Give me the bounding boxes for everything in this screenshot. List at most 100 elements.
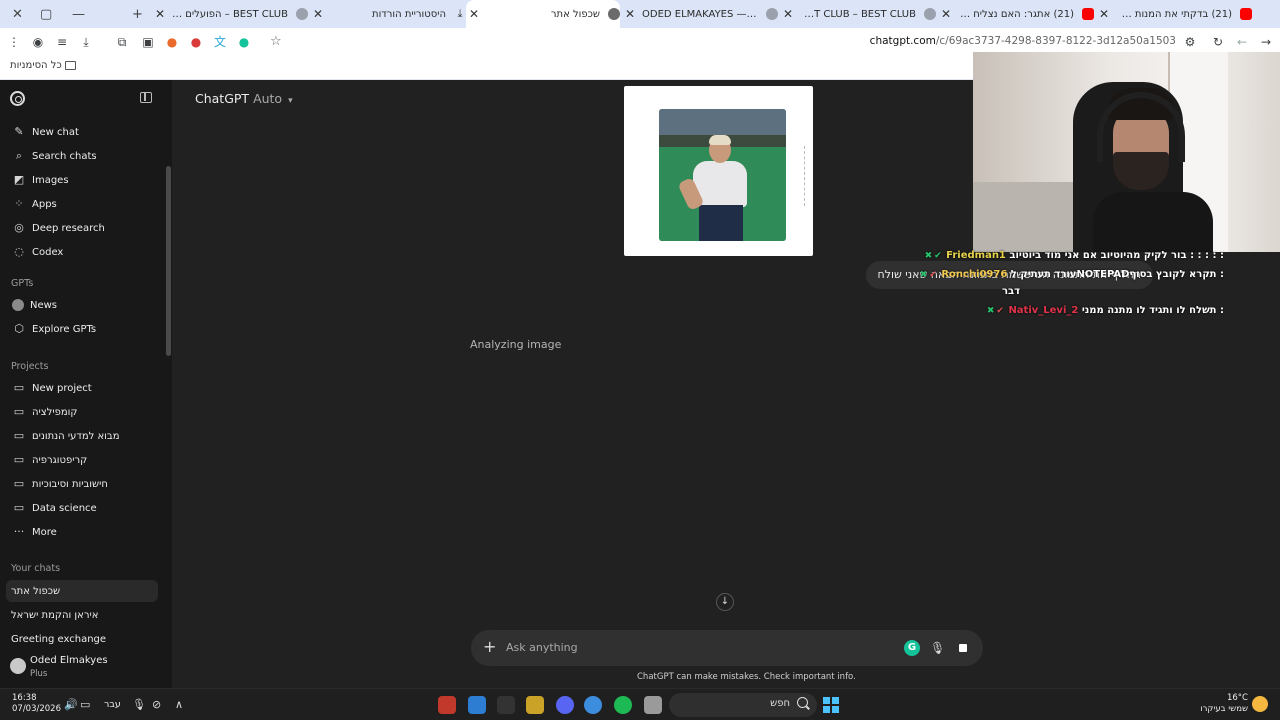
extension-icon[interactable]: ● <box>188 34 204 50</box>
chat-message-text: : תשלח לו ותגיד לו מתנה ממני <box>1081 305 1224 316</box>
chat-item-active[interactable]: שכפול אתר <box>6 580 158 602</box>
sidebar-item-images[interactable]: ◩ Images <box>6 169 158 191</box>
tab-close-icon[interactable]: ✕ <box>1096 7 1112 21</box>
browser-tab[interactable]: BEST CLUB – BEST CLUB – ישראל ✕ <box>780 0 936 28</box>
sidebar-item-project[interactable]: ▭ מבוא למדעי הנתונים <box>6 425 158 447</box>
browser-tab[interactable]: (21) בדקתי את המנות הכי שווה ✕ <box>1096 0 1252 28</box>
analyzing-status: Analyzing image <box>470 338 562 351</box>
sidebar-item-label: New chat <box>32 126 79 138</box>
chatgpt-logo-icon[interactable] <box>10 91 25 106</box>
reload-icon[interactable]: ↻ <box>1210 34 1226 50</box>
sidebar-toggle-icon[interactable] <box>140 92 152 103</box>
composer[interactable]: + Ask anything G 🎙 <box>471 630 983 666</box>
extensions-icon[interactable]: ⧉ <box>114 34 130 50</box>
add-attachment-icon[interactable]: + <box>483 638 496 656</box>
reading-list-icon[interactable]: ≡ <box>54 34 70 50</box>
sidebar-item-deep-research[interactable]: ◎ Deep research <box>6 217 158 239</box>
sidebar-item-label: מבוא למדעי הנתונים <box>32 430 120 442</box>
app-terminal-icon[interactable] <box>497 696 515 714</box>
site-settings-icon[interactable]: ⚙ <box>1182 34 1198 50</box>
chat-item[interactable]: איראן והקמת ישראל <box>6 604 158 626</box>
extension-icon[interactable]: ● <box>164 34 180 50</box>
sidebar-scrollbar[interactable] <box>166 166 171 356</box>
downloads-icon[interactable]: ⤓ <box>78 34 94 50</box>
browser-tab-active[interactable]: שכפול אתר ✕ <box>466 0 620 28</box>
app-spotify-icon[interactable] <box>614 696 632 714</box>
app-discord-icon[interactable] <box>556 696 574 714</box>
volume-icon[interactable]: 🔊 <box>64 698 78 711</box>
menu-dots-icon[interactable]: ⋮ <box>6 34 22 50</box>
forward-icon[interactable]: ← <box>1234 34 1250 50</box>
mic-tray-icon[interactable]: 🎙 <box>132 698 146 711</box>
sidebar-item-codex[interactable]: ◌ Codex <box>6 241 158 263</box>
network-icon[interactable]: ▭ <box>80 698 90 711</box>
microphone-icon[interactable]: 🎙 <box>930 639 945 657</box>
sidebar-item-new-project[interactable]: ▭ New project <box>6 377 158 399</box>
new-tab-icon[interactable]: + <box>132 0 143 28</box>
browser-tab[interactable]: (21) אתגר: האם נצליח לשדרג ה ✕ <box>938 0 1094 28</box>
sidebar-item-project[interactable]: ▭ חישוביות וסיבוכיות <box>6 473 158 495</box>
tab-close-icon[interactable]: ✕ <box>780 7 796 21</box>
tab-close-icon[interactable]: ✕ <box>152 7 168 21</box>
user-profile-button[interactable]: Oded Elmakyes Plus <box>8 654 158 686</box>
pencil-icon: ✎ <box>14 125 24 138</box>
arrow-down-icon: ↓ <box>720 596 730 607</box>
language-indicator[interactable]: עבר <box>104 699 121 710</box>
tab-close-icon[interactable]: ✕ <box>938 7 954 21</box>
bookmark-star-icon[interactable]: ☆ <box>270 34 282 49</box>
chat-item-label: Greeting exchange <box>11 633 107 645</box>
mod-badge-icon: ✔ <box>934 251 942 261</box>
stop-generating-button[interactable] <box>951 636 975 660</box>
all-bookmarks-button[interactable]: כל הסימניות <box>10 60 80 71</box>
weather-widget[interactable]: 16°C שמשי בעיקרו <box>1200 693 1248 715</box>
window-restore-icon[interactable]: ▢ <box>40 0 52 28</box>
tab-search-icon[interactable]: ▣ <box>140 34 156 50</box>
sidebar-item-apps[interactable]: ⁘ Apps <box>6 193 158 215</box>
back-icon[interactable]: → <box>1258 34 1274 50</box>
projects-heading: Projects <box>11 361 49 372</box>
message-input[interactable]: Ask anything <box>506 641 578 654</box>
scroll-down-button[interactable]: ↓ <box>716 593 734 611</box>
tray-overflow-icon[interactable]: ∧ <box>175 698 183 711</box>
sidebar-item-explore-gpts[interactable]: ⬡ Explore GPTs <box>6 318 158 340</box>
sidebar-item-label: Explore GPTs <box>32 323 97 335</box>
sidebar-item-search-chats[interactable]: ⌕ Search chats <box>6 145 158 167</box>
clock[interactable]: 16:38 07/03/2026 <box>12 693 61 715</box>
window-close-icon[interactable]: ✕ <box>12 0 23 28</box>
sidebar-item-new-chat[interactable]: ✎ New chat <box>6 121 158 143</box>
all-bookmarks-label: כל הסימניות <box>10 60 62 71</box>
sidebar-item-project[interactable]: ▭ קומפילציה <box>6 401 158 423</box>
check-badge-icon: ✔ <box>996 306 1004 316</box>
app-photos-icon[interactable] <box>438 696 456 714</box>
folder-icon: ▭ <box>13 453 25 466</box>
wifi-off-icon[interactable]: ⊘ <box>152 698 161 711</box>
sidebar-item-more[interactable]: ··· More <box>6 521 158 543</box>
address-bar[interactable]: ☆ chatgpt.com/c/69ac3737-4298-8397-8122-… <box>262 31 1256 53</box>
browser-tab[interactable]: BEST CLUB – הפועלים את ישראל ✕ <box>152 0 308 28</box>
app-grid-icon[interactable] <box>468 696 486 714</box>
browser-tab[interactable]: ODED ELMAKAYES — THE COP ✕ <box>622 0 778 28</box>
app-explorer-icon[interactable] <box>644 696 662 714</box>
browser-tab[interactable]: ⤓ היסטוריית הורדות ✕ <box>310 0 466 28</box>
grammarly-icon[interactable]: G <box>904 640 920 656</box>
windows-start-icon[interactable] <box>823 697 839 713</box>
cube-icon: ⬡ <box>14 322 24 335</box>
chat-item[interactable]: Greeting exchange <box>6 628 158 650</box>
profile-icon[interactable]: ◉ <box>30 34 46 50</box>
research-icon: ◎ <box>14 221 24 234</box>
tab-close-icon[interactable]: ✕ <box>310 7 326 21</box>
grammarly-icon[interactable]: ● <box>236 34 252 50</box>
sidebar-item-project[interactable]: ▭ קריפטוגרפיה <box>6 449 158 471</box>
app-game-icon[interactable] <box>526 696 544 714</box>
model-selector[interactable]: ChatGPT Auto ▾ <box>195 91 293 106</box>
sidebar-item-news[interactable]: News <box>6 294 158 316</box>
tab-close-icon[interactable]: ✕ <box>466 7 482 21</box>
translate-icon[interactable]: 文 <box>212 34 228 50</box>
sidebar-item-project[interactable]: ▭ Data science <box>6 497 158 519</box>
uploaded-image[interactable] <box>624 86 813 256</box>
url-text[interactable]: chatgpt.com/c/69ac3737-4298-8397-8122-3d… <box>870 35 1176 47</box>
tab-close-icon[interactable]: ✕ <box>622 7 638 21</box>
app-chrome-icon[interactable] <box>584 696 602 714</box>
taskbar-search[interactable]: חפש <box>669 693 817 717</box>
window-minimize-icon[interactable]: — <box>72 0 85 28</box>
